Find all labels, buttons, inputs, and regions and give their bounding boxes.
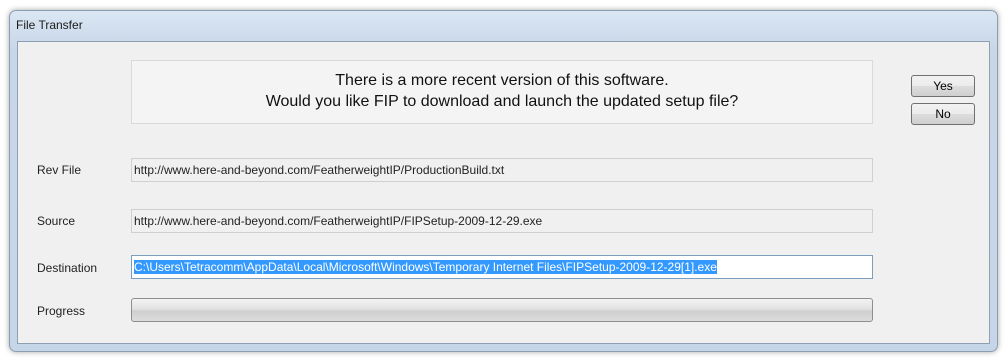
yes-button[interactable]: Yes	[911, 75, 975, 97]
rev-file-field[interactable]: http://www.here-and-beyond.com/Featherwe…	[131, 158, 873, 182]
window-title: File Transfer	[16, 18, 83, 32]
rev-file-label: Rev File	[37, 163, 82, 177]
destination-selected-text: C:\Users\Tetracomm\AppData\Local\Microso…	[134, 260, 717, 274]
progress-label: Progress	[37, 304, 86, 318]
source-field[interactable]: http://www.here-and-beyond.com/Featherwe…	[131, 209, 873, 233]
file-transfer-window: File Transfer There is a more recent ver…	[9, 10, 998, 352]
download-progress-bar	[131, 298, 873, 322]
title-bar[interactable]: File Transfer	[10, 11, 997, 39]
update-message: There is a more recent version of this s…	[131, 60, 873, 124]
no-button[interactable]: No	[911, 103, 975, 125]
destination-field[interactable]: C:\Users\Tetracomm\AppData\Local\Microso…	[131, 255, 873, 279]
dialog-client-area: There is a more recent version of this s…	[17, 41, 990, 344]
message-line-2: Would you like FIP to download and launc…	[265, 93, 739, 110]
destination-label: Destination	[37, 261, 98, 275]
message-line-1: There is a more recent version of this s…	[335, 72, 669, 89]
source-label: Source	[37, 214, 76, 228]
